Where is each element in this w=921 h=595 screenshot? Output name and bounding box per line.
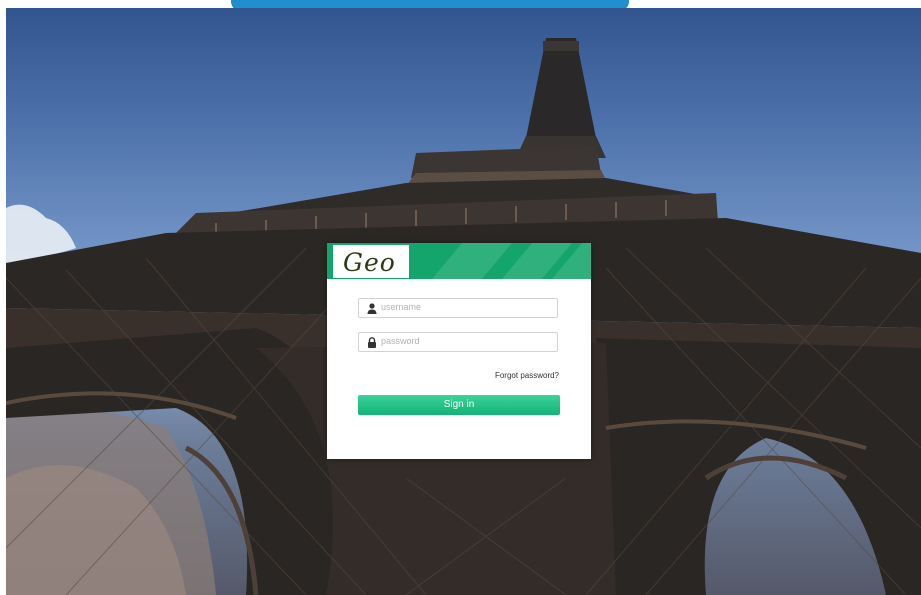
sign-in-button[interactable]: Sign in bbox=[358, 395, 560, 415]
logo: Geo bbox=[333, 245, 409, 278]
lock-icon bbox=[368, 337, 376, 348]
login-card: Geo username password Forgot password? S… bbox=[327, 243, 591, 459]
forgot-password-link[interactable]: Forgot password? bbox=[495, 371, 559, 380]
login-card-header: Geo bbox=[327, 243, 591, 279]
logo-text: Geo bbox=[343, 248, 396, 277]
password-field[interactable]: password bbox=[358, 332, 558, 352]
username-field[interactable]: username bbox=[358, 298, 558, 318]
username-placeholder: username bbox=[381, 302, 422, 312]
header-stripe bbox=[431, 243, 513, 279]
user-icon bbox=[367, 303, 377, 314]
password-placeholder: password bbox=[381, 336, 420, 346]
